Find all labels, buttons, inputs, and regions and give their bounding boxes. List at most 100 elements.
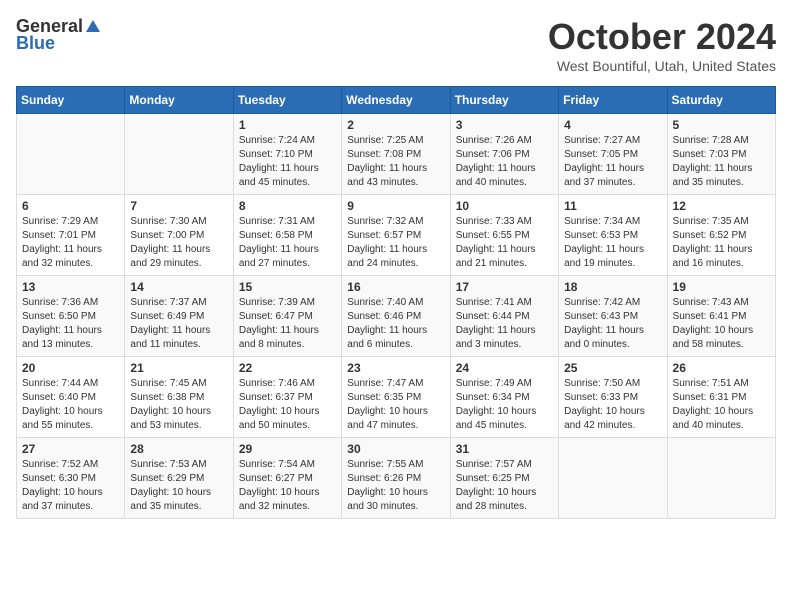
calendar-cell: 26Sunrise: 7:51 AMSunset: 6:31 PMDayligh… <box>667 357 775 438</box>
calendar-cell: 15Sunrise: 7:39 AMSunset: 6:47 PMDayligh… <box>233 276 341 357</box>
cell-info: Daylight: 11 hours and 35 minutes. <box>673 162 770 190</box>
cell-info: Sunset: 6:35 PM <box>347 391 444 405</box>
day-number: 12 <box>673 199 770 213</box>
cell-info: Sunset: 6:49 PM <box>130 310 227 324</box>
cell-info: Sunset: 7:03 PM <box>673 148 770 162</box>
calendar-table: SundayMondayTuesdayWednesdayThursdayFrid… <box>16 86 776 519</box>
calendar-location: West Bountiful, Utah, United States <box>548 58 776 74</box>
cell-info: Sunset: 6:58 PM <box>239 229 336 243</box>
cell-info: Sunrise: 7:28 AM <box>673 134 770 148</box>
cell-info: Daylight: 10 hours and 58 minutes. <box>673 324 770 352</box>
calendar-cell: 25Sunrise: 7:50 AMSunset: 6:33 PMDayligh… <box>559 357 667 438</box>
cell-info: Sunrise: 7:25 AM <box>347 134 444 148</box>
calendar-cell <box>17 114 125 195</box>
day-number: 30 <box>347 442 444 456</box>
calendar-cell: 7Sunrise: 7:30 AMSunset: 7:00 PMDaylight… <box>125 195 233 276</box>
day-number: 10 <box>456 199 553 213</box>
cell-info: Sunrise: 7:32 AM <box>347 215 444 229</box>
cell-info: Sunrise: 7:33 AM <box>456 215 553 229</box>
cell-info: Sunset: 6:57 PM <box>347 229 444 243</box>
calendar-title: October 2024 <box>548 16 776 58</box>
cell-info: Daylight: 11 hours and 3 minutes. <box>456 324 553 352</box>
calendar-cell: 24Sunrise: 7:49 AMSunset: 6:34 PMDayligh… <box>450 357 558 438</box>
cell-info: Daylight: 10 hours and 47 minutes. <box>347 405 444 433</box>
day-number: 29 <box>239 442 336 456</box>
calendar-cell: 16Sunrise: 7:40 AMSunset: 6:46 PMDayligh… <box>342 276 450 357</box>
calendar-cell: 18Sunrise: 7:42 AMSunset: 6:43 PMDayligh… <box>559 276 667 357</box>
calendar-cell: 14 Sunrise: 7:37 AMSunset: 6:49 PMDayligh… <box>125 276 233 357</box>
cell-info: Sunset: 6:53 PM <box>564 229 661 243</box>
cell-info: Sunset: 7:08 PM <box>347 148 444 162</box>
calendar-cell: 2Sunrise: 7:25 AMSunset: 7:08 PMDaylight… <box>342 114 450 195</box>
calendar-cell: 17Sunrise: 7:41 AMSunset: 6:44 PMDayligh… <box>450 276 558 357</box>
day-number: 20 <box>22 361 119 375</box>
calendar-body: 1Sunrise: 7:24 AMSunset: 7:10 PMDaylight… <box>17 114 776 519</box>
calendar-cell: 1Sunrise: 7:24 AMSunset: 7:10 PMDaylight… <box>233 114 341 195</box>
calendar-cell: 22Sunrise: 7:46 AMSunset: 6:37 PMDayligh… <box>233 357 341 438</box>
cell-info: Sunrise: 7:35 AM <box>673 215 770 229</box>
cell-info: Daylight: 11 hours and 6 minutes. <box>347 324 444 352</box>
cell-info: Sunset: 6:26 PM <box>347 472 444 486</box>
cell-info: Daylight: 11 hours and 19 minutes. <box>564 243 661 271</box>
cell-info: Sunrise: 7:27 AM <box>564 134 661 148</box>
calendar-cell: 27Sunrise: 7:52 AMSunset: 6:30 PMDayligh… <box>17 438 125 519</box>
week-row-3: 13Sunrise: 7:36 AMSunset: 6:50 PMDayligh… <box>17 276 776 357</box>
calendar-cell: 10Sunrise: 7:33 AMSunset: 6:55 PMDayligh… <box>450 195 558 276</box>
cell-info: Sunrise: 7:53 AM <box>130 458 227 472</box>
calendar-cell: 28 Sunrise: 7:53 AMSunset: 6:29 PMDayligh… <box>125 438 233 519</box>
cell-info: Daylight: 11 hours and 11 minutes. <box>130 324 227 352</box>
day-number: 21 <box>130 361 227 375</box>
cell-info: Sunset: 6:29 PM <box>130 472 227 486</box>
cell-info: Sunrise: 7:51 AM <box>673 377 770 391</box>
calendar-cell <box>559 438 667 519</box>
cell-info: Sunrise: 7:31 AM <box>239 215 336 229</box>
cell-info: Sunrise: 7:43 AM <box>673 296 770 310</box>
title-area: October 2024 West Bountiful, Utah, Unite… <box>548 16 776 74</box>
calendar-cell: 19Sunrise: 7:43 AMSunset: 6:41 PMDayligh… <box>667 276 775 357</box>
cell-info: Sunrise: 7:57 AM <box>456 458 553 472</box>
logo-blue-text: Blue <box>16 33 55 54</box>
calendar-cell: 20Sunrise: 7:44 AMSunset: 6:40 PMDayligh… <box>17 357 125 438</box>
calendar-cell: 11Sunrise: 7:34 AMSunset: 6:53 PMDayligh… <box>559 195 667 276</box>
cell-info: Sunset: 6:55 PM <box>456 229 553 243</box>
day-number: 4 <box>564 118 661 132</box>
cell-info: Daylight: 10 hours and 45 minutes. <box>456 405 553 433</box>
day-number: 7 <box>130 199 227 213</box>
cell-info: Daylight: 11 hours and 43 minutes. <box>347 162 444 190</box>
calendar-cell <box>667 438 775 519</box>
cell-info: Daylight: 11 hours and 13 minutes. <box>22 324 119 352</box>
cell-info: Daylight: 11 hours and 37 minutes. <box>564 162 661 190</box>
cell-info: Sunset: 7:00 PM <box>130 229 227 243</box>
week-row-5: 27Sunrise: 7:52 AMSunset: 6:30 PMDayligh… <box>17 438 776 519</box>
header-day-wednesday: Wednesday <box>342 87 450 114</box>
cell-info: Sunrise: 7:34 AM <box>564 215 661 229</box>
day-number: 9 <box>347 199 444 213</box>
header-day-saturday: Saturday <box>667 87 775 114</box>
calendar-cell: 5Sunrise: 7:28 AMSunset: 7:03 PMDaylight… <box>667 114 775 195</box>
header-row: SundayMondayTuesdayWednesdayThursdayFrid… <box>17 87 776 114</box>
cell-info: Sunset: 7:06 PM <box>456 148 553 162</box>
cell-info: Sunset: 6:33 PM <box>564 391 661 405</box>
cell-info: Sunset: 6:47 PM <box>239 310 336 324</box>
cell-info: Sunrise: 7:49 AM <box>456 377 553 391</box>
calendar-cell: 3Sunrise: 7:26 AMSunset: 7:06 PMDaylight… <box>450 114 558 195</box>
day-number: 27 <box>22 442 119 456</box>
cell-info: Daylight: 10 hours and 50 minutes. <box>239 405 336 433</box>
cell-info: Sunrise: 7:46 AM <box>239 377 336 391</box>
day-number: 14 <box>130 280 227 294</box>
cell-info: Sunrise: 7:54 AM <box>239 458 336 472</box>
day-number: 24 <box>456 361 553 375</box>
cell-info: Sunset: 6:25 PM <box>456 472 553 486</box>
page-header: General Blue October 2024 West Bountiful… <box>16 16 776 74</box>
cell-info: Daylight: 11 hours and 29 minutes. <box>130 243 227 271</box>
cell-info: Daylight: 10 hours and 35 minutes. <box>130 486 227 514</box>
day-number: 19 <box>673 280 770 294</box>
cell-info: Daylight: 10 hours and 55 minutes. <box>22 405 119 433</box>
cell-info: Sunset: 7:01 PM <box>22 229 119 243</box>
cell-info: Sunrise: 7:45 AM <box>130 377 227 391</box>
cell-info: Sunrise: 7:37 AM <box>130 296 227 310</box>
day-number: 28 <box>130 442 227 456</box>
cell-info: Daylight: 10 hours and 30 minutes. <box>347 486 444 514</box>
cell-info: Sunrise: 7:36 AM <box>22 296 119 310</box>
cell-info: Sunset: 6:38 PM <box>130 391 227 405</box>
